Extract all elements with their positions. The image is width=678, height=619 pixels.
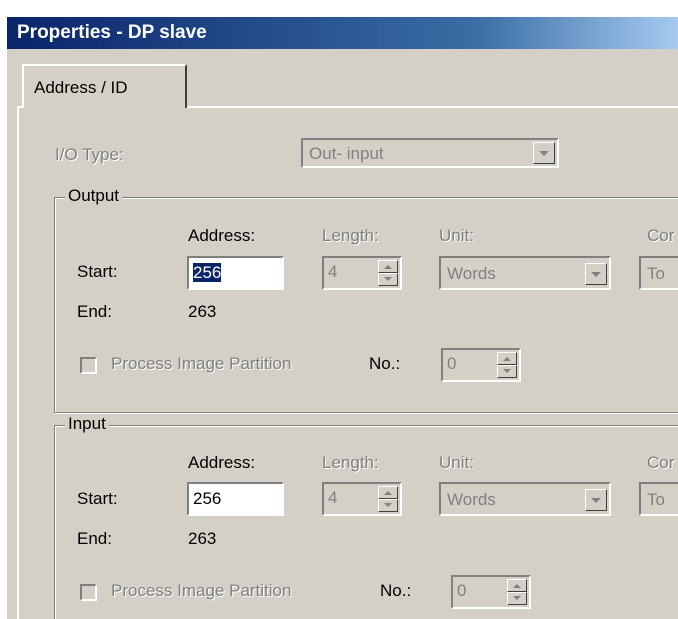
title-bar[interactable]: Properties - DP slave	[7, 17, 678, 49]
chevron-down-icon	[591, 498, 601, 503]
output-unit-value: Words	[447, 264, 496, 283]
output-no-value: 0	[447, 354, 457, 373]
input-address-header: Address:	[188, 453, 256, 472]
output-group-title: Output	[65, 186, 123, 206]
properties-dialog: Properties - DP slave Address / ID I/O T…	[7, 17, 678, 619]
input-length-down-button[interactable]	[378, 499, 398, 512]
input-end-address: 263	[188, 529, 217, 548]
input-start-label: Start:	[77, 489, 118, 508]
output-start-label: Start:	[77, 262, 118, 281]
input-start-address-input[interactable]: 256	[187, 482, 284, 516]
input-no-up-button[interactable]	[507, 579, 527, 592]
input-unit-header: Unit:	[439, 453, 474, 472]
input-process-image-label: Process Image Partition	[111, 581, 292, 600]
input-no-stepper[interactable]: 0	[451, 575, 531, 609]
input-start-address-value: 256	[193, 489, 222, 508]
input-length-stepper[interactable]: 4	[322, 482, 402, 516]
input-no-label: No.:	[380, 581, 412, 600]
input-consistency-combo[interactable]: To	[639, 482, 678, 516]
input-length-value: 4	[328, 488, 338, 507]
output-no-down-button[interactable]	[497, 365, 517, 378]
output-start-address-value: 256	[193, 263, 222, 282]
output-process-image-label: Process Image Partition	[111, 354, 292, 373]
input-no-down-button[interactable]	[507, 592, 527, 605]
input-length-header: Length:	[322, 453, 379, 472]
output-end-address: 263	[188, 302, 217, 321]
io-type-combo[interactable]: Out- input	[301, 138, 559, 168]
output-consistency-value: To	[647, 264, 665, 283]
input-unit-combo[interactable]: Words	[439, 482, 611, 516]
input-consistency-value: To	[647, 490, 665, 509]
output-end-label: End:	[77, 302, 112, 321]
output-no-label: No.:	[369, 354, 401, 373]
arrow-up-icon	[503, 357, 511, 361]
output-unit-dropdown-button[interactable]	[585, 263, 607, 285]
arrow-down-icon	[384, 277, 392, 281]
chevron-down-icon	[539, 151, 549, 156]
arrow-down-icon	[513, 596, 521, 600]
input-no-value: 0	[457, 581, 467, 600]
input-consistency-header: Cor	[647, 453, 675, 472]
window-title: Properties - DP slave	[17, 22, 207, 43]
output-consistency-combo[interactable]: To	[639, 256, 678, 290]
input-group-title: Input	[65, 414, 109, 434]
output-unit-combo[interactable]: Words	[439, 256, 611, 290]
input-unit-value: Words	[447, 490, 496, 509]
io-type-value: Out- input	[309, 144, 384, 163]
input-end-label: End:	[77, 529, 112, 548]
io-type-label: I/O Type:	[55, 145, 124, 164]
output-no-stepper[interactable]: 0	[441, 348, 521, 382]
output-length-down-button[interactable]	[378, 273, 398, 286]
output-length-header: Length:	[322, 226, 379, 245]
tab-label: Address / ID	[34, 78, 128, 97]
arrow-up-icon	[513, 584, 521, 588]
io-type-dropdown-button[interactable]	[533, 142, 555, 164]
arrow-down-icon	[503, 369, 511, 373]
output-address-header: Address:	[188, 226, 256, 245]
output-length-stepper[interactable]: 4	[322, 256, 402, 290]
arrow-up-icon	[384, 491, 392, 495]
output-length-up-button[interactable]	[378, 260, 398, 273]
output-length-value: 4	[328, 262, 338, 281]
tab-address-id[interactable]: Address / ID	[22, 64, 187, 108]
output-start-address-input[interactable]: 256	[187, 256, 284, 290]
input-length-up-button[interactable]	[378, 486, 398, 499]
arrow-down-icon	[384, 503, 392, 507]
input-unit-dropdown-button[interactable]	[585, 489, 607, 511]
output-process-image-checkbox[interactable]	[80, 357, 97, 374]
output-no-up-button[interactable]	[497, 352, 517, 365]
output-unit-header: Unit:	[439, 226, 474, 245]
input-process-image-checkbox[interactable]	[80, 584, 97, 601]
arrow-up-icon	[384, 265, 392, 269]
chevron-down-icon	[591, 272, 601, 277]
output-consistency-header: Cor	[647, 226, 675, 245]
